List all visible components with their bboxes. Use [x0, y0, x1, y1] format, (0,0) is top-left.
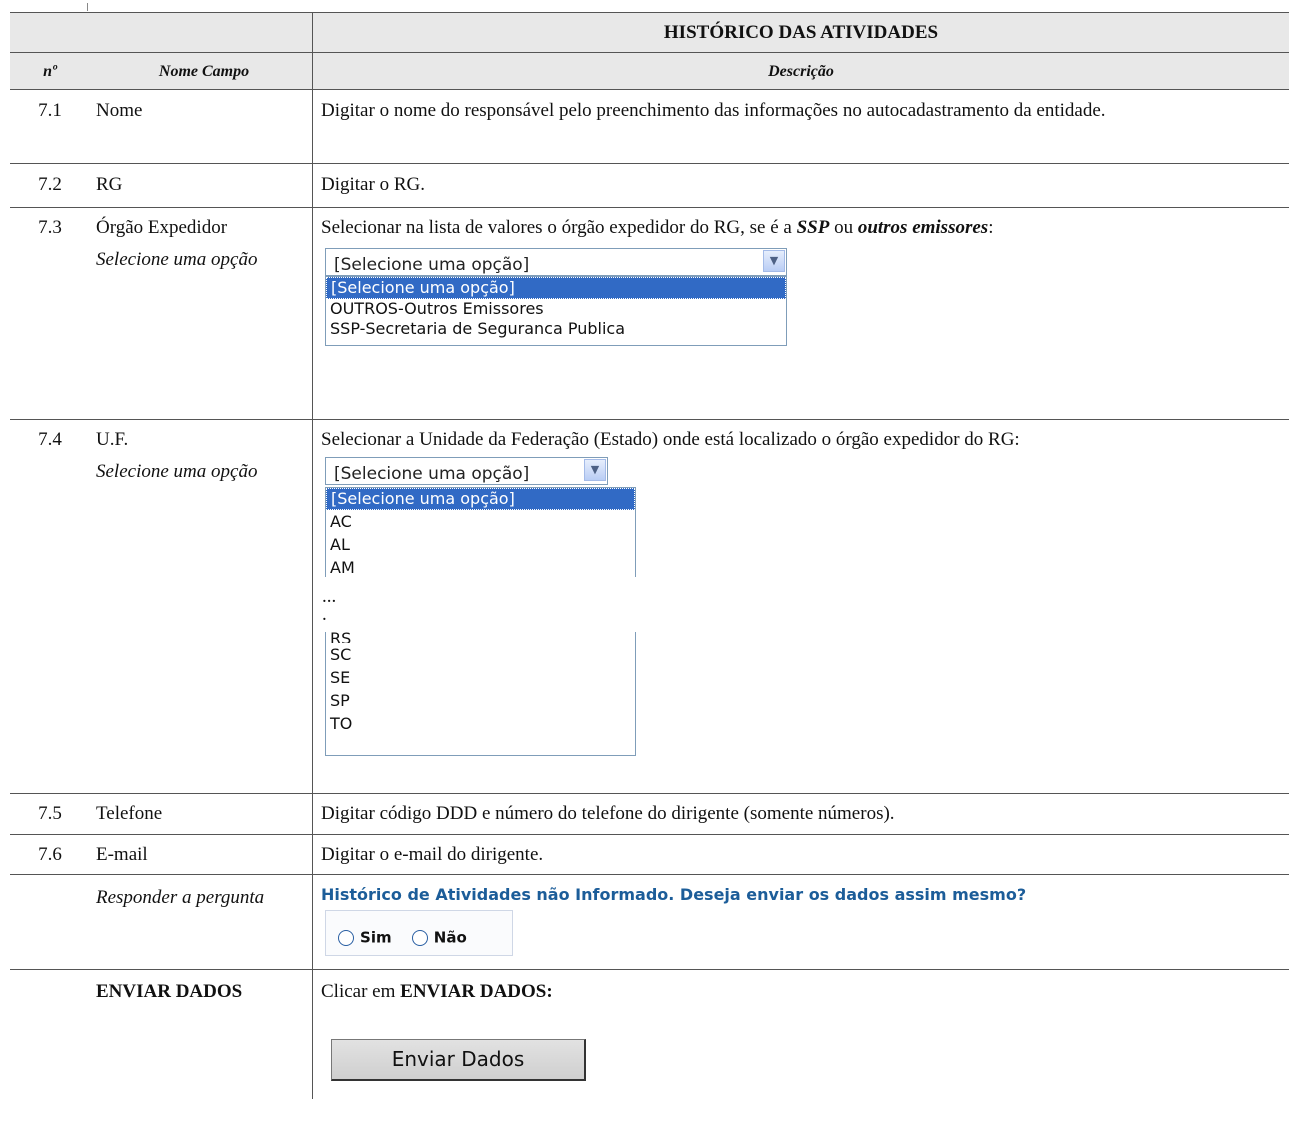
option-item[interactable]: OUTROS-Outros Emissores — [326, 299, 786, 319]
option-item[interactable]: [Selecione uma opção] — [326, 488, 635, 510]
field-description: Selecionar na lista de valores o órgão e… — [321, 217, 994, 238]
table-row: ENVIAR DADOS Clicar em ENVIAR DADOS: Env… — [10, 969, 1289, 1099]
field-hint: Selecione uma opção — [96, 249, 258, 270]
row-number: 7.3 — [38, 217, 62, 238]
option-item[interactable]: [Selecione uma opção] — [326, 277, 786, 299]
question-text: Histórico de Atividades não Informado. D… — [321, 885, 1027, 904]
row-number: 7.2 — [38, 174, 62, 195]
table-row: 7.6 E-mail Digitar o e-mail do dirigente… — [10, 834, 1289, 874]
option-item[interactable]: SE — [326, 666, 635, 689]
table-title: HISTÓRICO DAS ATIVIDADES — [312, 13, 1289, 52]
margin-tick — [87, 3, 88, 11]
table-row: 7.2 RG Digitar o RG. — [10, 163, 1289, 207]
orgao-expedidor-select[interactable]: [Selecione uma opção] ▼ — [325, 248, 787, 276]
radio-yes-label[interactable]: Sim — [360, 929, 392, 947]
radio-no-label[interactable]: Não — [434, 929, 467, 947]
row-number: 7.6 — [38, 844, 62, 865]
field-name: ENVIAR DADOS — [96, 981, 243, 1002]
field-name: RG — [96, 174, 123, 195]
option-item[interactable]: RS — [326, 632, 635, 643]
option-item[interactable]: TO — [326, 712, 635, 735]
chevron-down-icon[interactable]: ▼ — [584, 459, 606, 481]
field-description: Clicar em ENVIAR DADOS: — [321, 981, 553, 1002]
col-header-number: nº — [43, 63, 57, 80]
row-number: 7.5 — [38, 803, 62, 824]
table-header-row: HISTÓRICO DAS ATIVIDADES — [10, 12, 1289, 52]
field-description: Digitar o nome do responsável pelo preen… — [312, 90, 1289, 163]
list-dot: . — [322, 604, 327, 625]
uf-options-top: [Selecione uma opção] AC AL AM — [325, 487, 636, 577]
uf-select[interactable]: [Selecione uma opção] ▼ — [325, 457, 608, 485]
field-name: Nome — [96, 100, 143, 121]
col-header-field: Nome Campo — [158, 63, 250, 80]
field-name: U.F. — [96, 429, 129, 450]
column-header-row: nº Nome Campo Descrição — [10, 52, 1289, 89]
radio-yes[interactable] — [338, 929, 354, 946]
field-description: Digitar o e-mail do dirigente. — [312, 835, 1289, 874]
field-name: Telefone — [96, 803, 163, 824]
chevron-down-icon[interactable]: ▼ — [763, 250, 785, 272]
field-name: Órgão Expedidor — [96, 217, 228, 238]
answer-radio-group: Sim Não — [325, 910, 513, 956]
field-hint: Selecione uma opção — [96, 461, 258, 482]
option-item[interactable]: AC — [326, 510, 635, 533]
field-description: Digitar código DDD e número do telefone … — [312, 794, 1289, 834]
option-item[interactable]: SC — [326, 643, 635, 666]
radio-no[interactable] — [411, 929, 428, 946]
field-name: E-mail — [96, 844, 148, 865]
activity-history-table: HISTÓRICO DAS ATIVIDADES nº Nome Campo D… — [10, 12, 1289, 1099]
option-item[interactable]: SP — [326, 689, 635, 712]
option-item[interactable]: AM — [326, 556, 635, 577]
table-row: 7.4 U.F. Selecione uma opção Selecionar … — [10, 419, 1289, 793]
uf-options-bottom: RS SC SE SP TO — [325, 632, 636, 756]
table-row: Responder a pergunta Histórico de Ativid… — [10, 874, 1289, 969]
table-row: 7.5 Telefone Digitar código DDD e número… — [10, 793, 1289, 834]
field-description: Digitar o RG. — [312, 164, 1289, 207]
col-header-description: Descrição — [312, 53, 1289, 89]
table-row: 7.3 Órgão Expedidor Selecione uma opção … — [10, 207, 1289, 419]
orgao-expedidor-options: [Selecione uma opção] OUTROS-Outros Emis… — [325, 276, 787, 346]
option-item[interactable]: AL — [326, 533, 635, 556]
row-number: 7.1 — [38, 100, 62, 121]
row-number: 7.4 — [38, 429, 62, 450]
option-item[interactable]: SSP-Secretaria de Seguranca Publica — [326, 319, 786, 339]
field-name: Responder a pergunta — [96, 887, 265, 908]
send-data-button[interactable]: Enviar Dados — [331, 1039, 586, 1081]
table-row: 7.1 Nome Digitar o nome do responsável p… — [10, 89, 1289, 163]
